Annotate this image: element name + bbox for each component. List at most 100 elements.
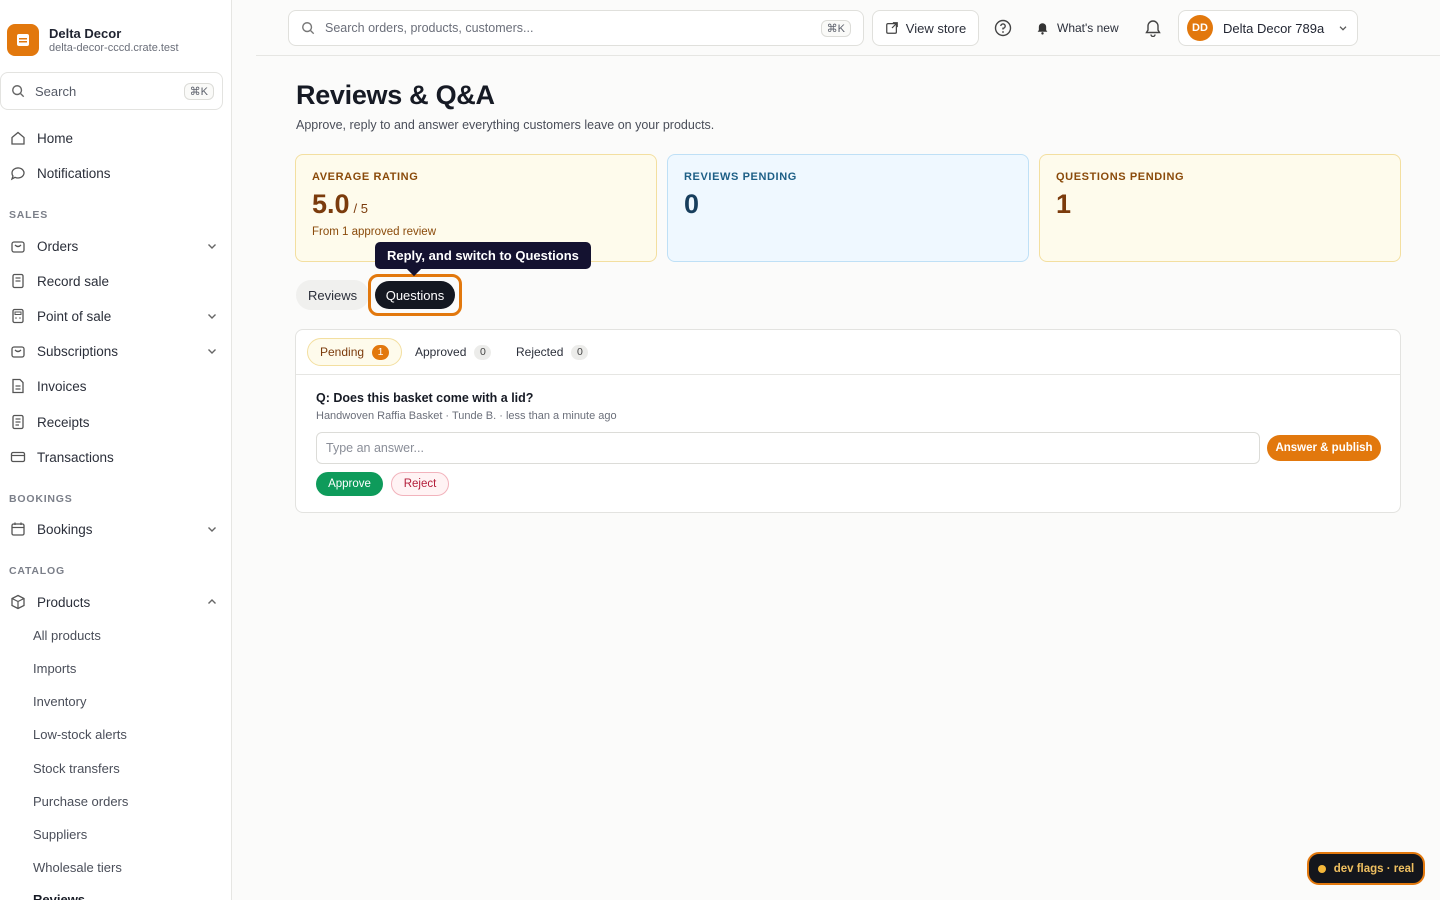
- global-search[interactable]: ⌘K: [288, 10, 864, 46]
- count-badge: 1: [372, 344, 390, 360]
- stat-label: AVERAGE RATING: [312, 171, 419, 183]
- sidebar-item-transactions[interactable]: Transactions: [9, 442, 219, 472]
- section-label-sales: SALES: [9, 209, 49, 221]
- sidebar-subitem-reviews[interactable]: Reviews: [33, 890, 85, 900]
- subtab-approved[interactable]: Approved 0: [403, 338, 503, 366]
- search-icon: [12, 85, 25, 98]
- stat-questions-pending: QUESTIONS PENDING 1: [1039, 154, 1401, 262]
- sidebar-item-label: Subscriptions: [37, 343, 119, 359]
- sidebar-subitem-suppliers[interactable]: Suppliers: [33, 825, 87, 845]
- sidebar-subitem-stock-transfers[interactable]: Stock transfers: [33, 759, 120, 779]
- question-meta: Handwoven Raffia Basket · Tunde B. · les…: [316, 410, 617, 422]
- answer-input[interactable]: [316, 432, 1260, 464]
- store-switcher[interactable]: Delta Decor delta-decor-cccd.crate.test: [7, 24, 179, 56]
- sidebar-item-home[interactable]: Home: [9, 123, 219, 153]
- bell-filled-icon: [1037, 22, 1048, 35]
- sidebar-item-invoices[interactable]: Invoices: [9, 371, 219, 401]
- whats-new-label: What's new: [1057, 21, 1119, 35]
- stat-label: QUESTIONS PENDING: [1056, 171, 1185, 183]
- section-label-bookings: BOOKINGS: [9, 493, 73, 505]
- page-subtitle: Approve, reply to and answer everything …: [296, 118, 715, 132]
- sidebar-item-notifications[interactable]: Notifications: [9, 158, 219, 188]
- approve-button[interactable]: Approve: [316, 472, 383, 496]
- sidebar-item-products[interactable]: Products: [9, 587, 219, 617]
- sidebar-item-label: Point of sale: [37, 308, 112, 324]
- view-store-label: View store: [905, 20, 967, 36]
- page-title: Reviews & Q&A: [296, 80, 495, 110]
- tab-questions[interactable]: Questions: [375, 281, 455, 309]
- tab-reviews[interactable]: Reviews: [296, 280, 370, 310]
- stat-label: REVIEWS PENDING: [684, 171, 797, 183]
- account-name: Delta Decor 789a: [1223, 20, 1325, 36]
- subtab-label: Rejected: [516, 345, 564, 359]
- stat-reviews-pending: REVIEWS PENDING 0: [667, 154, 1029, 262]
- answer-publish-button[interactable]: Answer & publish: [1267, 435, 1381, 461]
- sidebar-subitem-inventory[interactable]: Inventory: [33, 692, 86, 712]
- reject-button[interactable]: Reject: [391, 472, 449, 496]
- sidebar-item-bookings[interactable]: Bookings: [9, 514, 219, 544]
- box-icon: [9, 593, 27, 611]
- shortcut-hint: ⌘K: [183, 82, 214, 100]
- sidebar-item-record-sale[interactable]: Record sale: [9, 266, 219, 296]
- sidebar-subitem-all-products[interactable]: All products: [33, 626, 101, 646]
- calendar-icon: [9, 520, 27, 538]
- sidebar-item-orders[interactable]: Orders: [9, 231, 219, 261]
- sidebar-item-label: Home: [37, 130, 74, 146]
- chevron-down-icon[interactable]: [205, 344, 219, 358]
- sidebar-item-label: Receipts: [37, 414, 90, 430]
- sidebar-search-label: Search: [35, 83, 77, 99]
- help-button[interactable]: [992, 17, 1014, 39]
- section-label-catalog: CATALOG: [9, 565, 65, 577]
- sidebar-subitem-purchase-orders[interactable]: Purchase orders: [33, 792, 128, 812]
- question-text: Q: Does this basket come with a lid?: [316, 391, 534, 405]
- subtab-pending[interactable]: Pending 1: [307, 338, 403, 366]
- sidebar-subitem-low-stock-alerts[interactable]: Low-stock alerts: [33, 725, 127, 745]
- notifications-button[interactable]: [1142, 17, 1164, 39]
- sidebar-item-receipts[interactable]: Receipts: [9, 407, 219, 437]
- dev-flags-badge[interactable]: dev flags · real: [1307, 852, 1425, 885]
- sidebar-search[interactable]: Search ⌘K: [0, 72, 223, 110]
- chevron-down-icon[interactable]: [205, 309, 219, 323]
- sidebar-item-label: Invoices: [37, 378, 87, 394]
- dev-flags-label: dev flags · real: [1333, 862, 1415, 875]
- sidebar-item-label: Orders: [37, 238, 79, 254]
- rating-value: 5.0: [312, 189, 350, 219]
- receipt-icon: [9, 272, 27, 290]
- store-logo-icon: [7, 24, 39, 56]
- sidebar-item-label: Products: [37, 594, 91, 610]
- chevron-down-icon[interactable]: [205, 522, 219, 536]
- subtab-rejected[interactable]: Rejected 0: [504, 338, 600, 366]
- sidebar-item-label: Notifications: [37, 165, 111, 181]
- stat-value: 1: [1056, 189, 1072, 219]
- sidebar: Delta Decor delta-decor-cccd.crate.test …: [0, 0, 232, 900]
- card-icon: [9, 448, 27, 466]
- stat-value: 5.0/ 5: [312, 189, 640, 220]
- stat-value: 0: [684, 189, 700, 219]
- store-name: Delta Decor: [49, 25, 122, 41]
- chevron-up-icon[interactable]: [205, 595, 219, 609]
- sidebar-subitem-imports[interactable]: Imports: [33, 659, 76, 679]
- sidebar-subitem-wholesale-tiers[interactable]: Wholesale tiers: [33, 858, 122, 878]
- rating-unit: / 5: [353, 201, 369, 216]
- receipt-icon: [9, 413, 27, 431]
- document-icon: [9, 377, 27, 395]
- chevron-down-icon: [1339, 26, 1347, 31]
- stat-footnote: From 1 approved review: [312, 226, 436, 238]
- status-filter-tabs: Pending 1 Approved 0 Rejected 0: [296, 330, 1400, 375]
- sidebar-item-point-of-sale[interactable]: Point of sale: [9, 301, 219, 331]
- count-badge: 0: [474, 344, 492, 360]
- account-menu[interactable]: DD Delta Decor 789a: [1178, 10, 1358, 46]
- whats-new-button[interactable]: What's new: [1036, 17, 1119, 39]
- bell-icon: [1145, 20, 1161, 37]
- sidebar-item-label: Bookings: [37, 521, 93, 537]
- sidebar-item-subscriptions[interactable]: Subscriptions: [9, 336, 219, 366]
- global-search-input[interactable]: [325, 21, 821, 35]
- tooltip: Reply, and switch to Questions: [375, 242, 591, 269]
- bag-icon: [9, 342, 27, 360]
- count-badge: 0: [571, 344, 589, 360]
- view-store-button[interactable]: View store: [872, 10, 979, 46]
- bag-icon: [9, 237, 27, 255]
- help-icon: [994, 19, 1012, 37]
- chevron-down-icon[interactable]: [205, 239, 219, 253]
- external-link-icon: [885, 22, 898, 34]
